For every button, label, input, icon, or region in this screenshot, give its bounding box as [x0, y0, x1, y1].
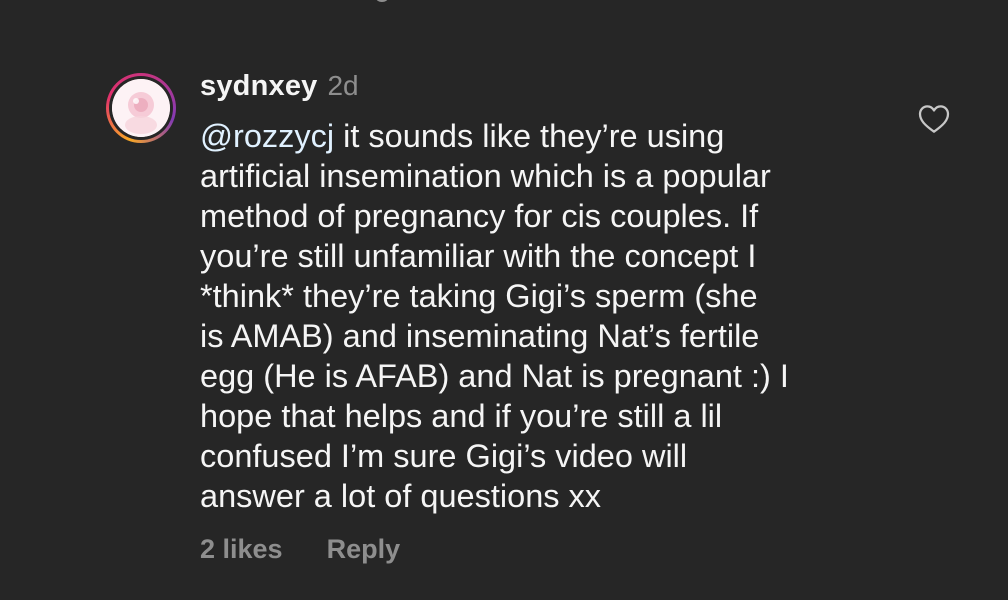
username-link[interactable]: sydnxey: [200, 70, 317, 103]
comment-line: method of pregnancy for cis couples. If: [200, 198, 759, 234]
comment-actions: 2 likes Reply: [200, 534, 400, 565]
heart-outline-icon[interactable]: [918, 104, 950, 134]
comment-line: answer a lot of questions xx: [200, 478, 602, 514]
previous-item-edge: [376, 0, 388, 2]
comment-line-text: it sounds like they’re using: [334, 118, 725, 154]
comment-header: sydnxey 2d: [200, 70, 359, 110]
comment-line: confused I’m sure Gigi’s video will: [200, 438, 688, 474]
avatar-story-ring[interactable]: [106, 73, 176, 143]
reply-button[interactable]: Reply: [327, 534, 401, 565]
comment-body: @rozzycj it sounds like they’re using ar…: [200, 116, 900, 516]
comment-line: artificial insemination which is a popul…: [200, 158, 771, 194]
comment-item: sydnxey 2d @rozzycj it sounds like they’…: [0, 0, 1008, 600]
likes-count-button[interactable]: 2 likes: [200, 534, 283, 565]
avatar-ring-gap: [109, 76, 173, 140]
avatar-image: [112, 79, 170, 137]
comment-timestamp: 2d: [327, 70, 359, 101]
comment-line: *think* they’re taking Gigi’s sperm (she: [200, 278, 758, 314]
mention-link[interactable]: @rozzycj: [200, 118, 334, 154]
comment-line: hope that helps and if you’re still a li…: [200, 398, 723, 434]
comment-line: egg (He is AFAB) and Nat is pregnant :) …: [200, 358, 789, 394]
comment-line: @rozzycj it sounds like they’re using: [200, 116, 900, 156]
avatar[interactable]: [112, 79, 170, 137]
comment-line: is AMAB) and inseminating Nat’s fertile: [200, 318, 760, 354]
comment-line: you’re still unfamiliar with the concept…: [200, 238, 757, 274]
